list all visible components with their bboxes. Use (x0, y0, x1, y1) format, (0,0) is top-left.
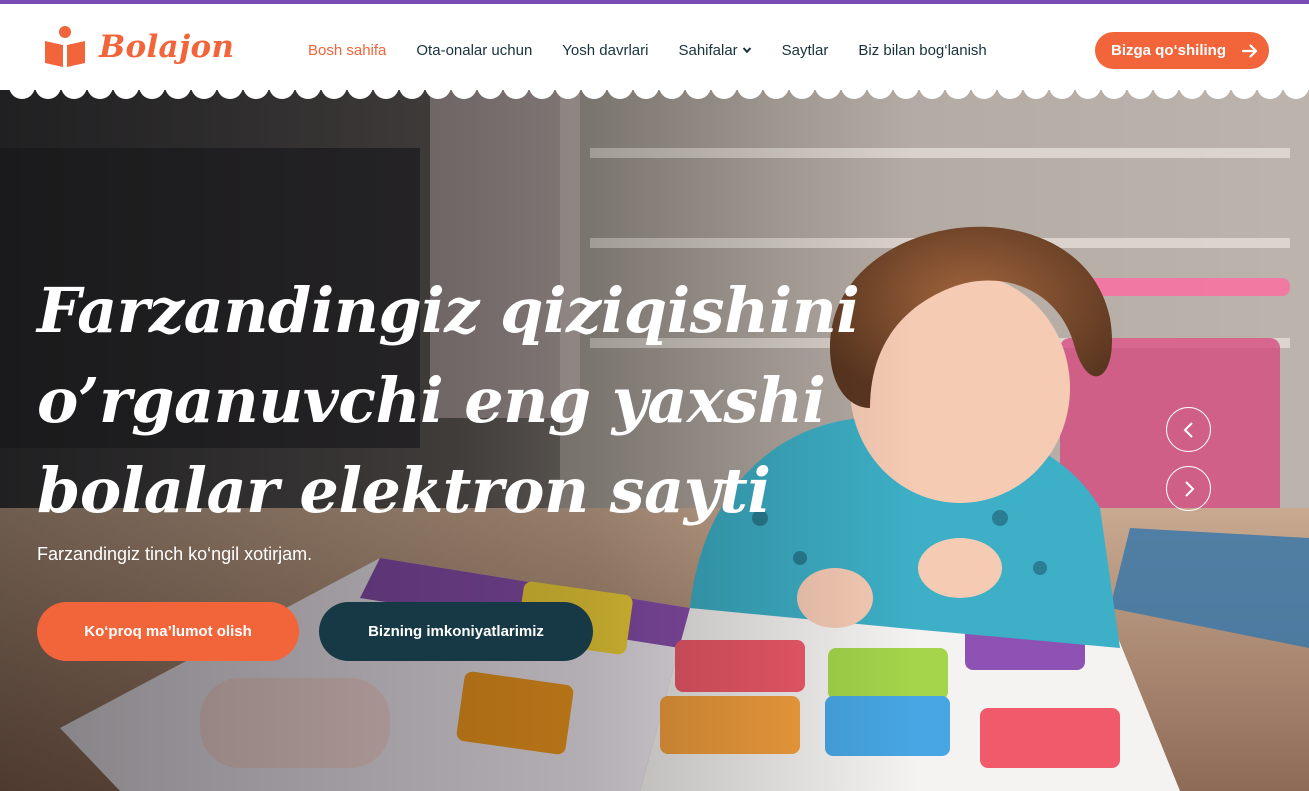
arrow-right-icon (1242, 43, 1258, 58)
nav-item-pages[interactable]: Sahifalar (678, 42, 751, 59)
hero-title-line-1: Farzandingiz qiziqishini (37, 274, 860, 347)
chevron-left-icon (1183, 421, 1193, 438)
our-features-button[interactable]: Bizning imkoniyatlarimiz (319, 602, 593, 661)
hero-title-line-2: o’rganuvchi eng yaxshi (37, 364, 826, 437)
hero-slider: Farzandingiz qiziqishini o’rganuvchi eng… (0, 88, 1309, 791)
main-nav: Bosh sahifa Ota-onalar uchun Yosh davrla… (308, 38, 1017, 62)
site-header: Bolajon Bosh sahifa Ota-onalar uchun Yos… (0, 4, 1309, 90)
nav-item-parents[interactable]: Ota-onalar uchun (416, 42, 532, 59)
logo-text: Bolajon (99, 29, 235, 65)
nav-item-sites[interactable]: Saytlar (782, 42, 829, 59)
hero-title: Farzandingiz qiziqishini o’rganuvchi eng… (37, 266, 860, 536)
chevron-right-icon (1184, 480, 1194, 497)
learn-more-button[interactable]: Ko‘proq ma’lumot olish (37, 602, 299, 661)
open-book-person-icon (45, 26, 85, 67)
hero-title-line-3: bolalar elektron sayti (37, 454, 771, 527)
site-logo[interactable]: Bolajon (43, 25, 234, 69)
nav-item-age-periods[interactable]: Yosh davrlari (562, 42, 648, 59)
chevron-down-icon (742, 47, 751, 54)
header-scallop-edge (0, 80, 1309, 99)
nav-item-home[interactable]: Bosh sahifa (308, 42, 386, 59)
join-button-label: Bizga qo‘shiling (1111, 42, 1226, 59)
slider-next-button[interactable] (1166, 466, 1211, 511)
slider-prev-button[interactable] (1166, 407, 1211, 452)
join-button[interactable]: Bizga qo‘shiling (1095, 32, 1269, 69)
nav-item-contact[interactable]: Biz bilan bog‘lanish (858, 42, 986, 59)
nav-item-pages-label: Sahifalar (678, 41, 738, 59)
hero-subtitle: Farzandingiz tinch ko‘ngil xotirjam. (37, 544, 313, 564)
